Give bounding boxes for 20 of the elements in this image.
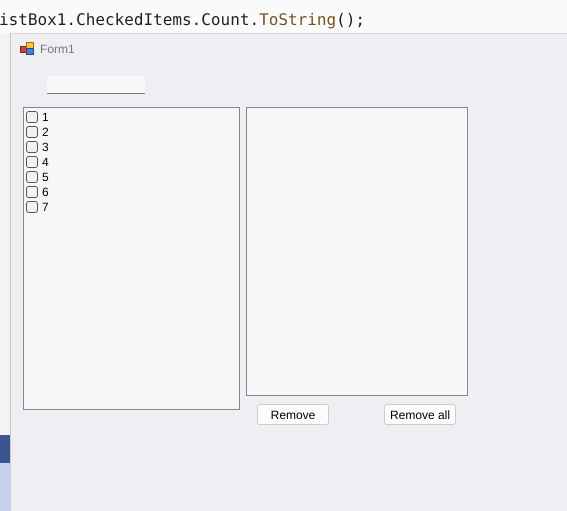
remove-button[interactable]: Remove	[257, 404, 329, 425]
list-item-label: 7	[42, 200, 49, 214]
list-item-label: 5	[42, 170, 49, 184]
window-title: Form1	[40, 42, 75, 56]
list-item-label: 3	[42, 140, 49, 154]
code-line: istBox1.CheckedItems.Count.ToString();	[0, 9, 366, 29]
checkbox[interactable]	[26, 200, 38, 212]
checkbox[interactable]	[26, 186, 38, 198]
checkbox[interactable]	[26, 170, 38, 182]
list-item-label: 2	[42, 124, 49, 138]
checkbox[interactable]	[26, 126, 38, 138]
remove-all-button[interactable]: Remove all	[384, 404, 456, 425]
text-field[interactable]	[47, 76, 145, 94]
list-item-label: 6	[42, 184, 49, 198]
checkbox[interactable]	[26, 156, 38, 168]
checkbox[interactable]	[26, 110, 38, 122]
list-item-label: 1	[42, 110, 49, 124]
list-item-label: 4	[42, 154, 49, 168]
app-icon	[20, 42, 34, 55]
checkbox[interactable]	[26, 140, 38, 152]
